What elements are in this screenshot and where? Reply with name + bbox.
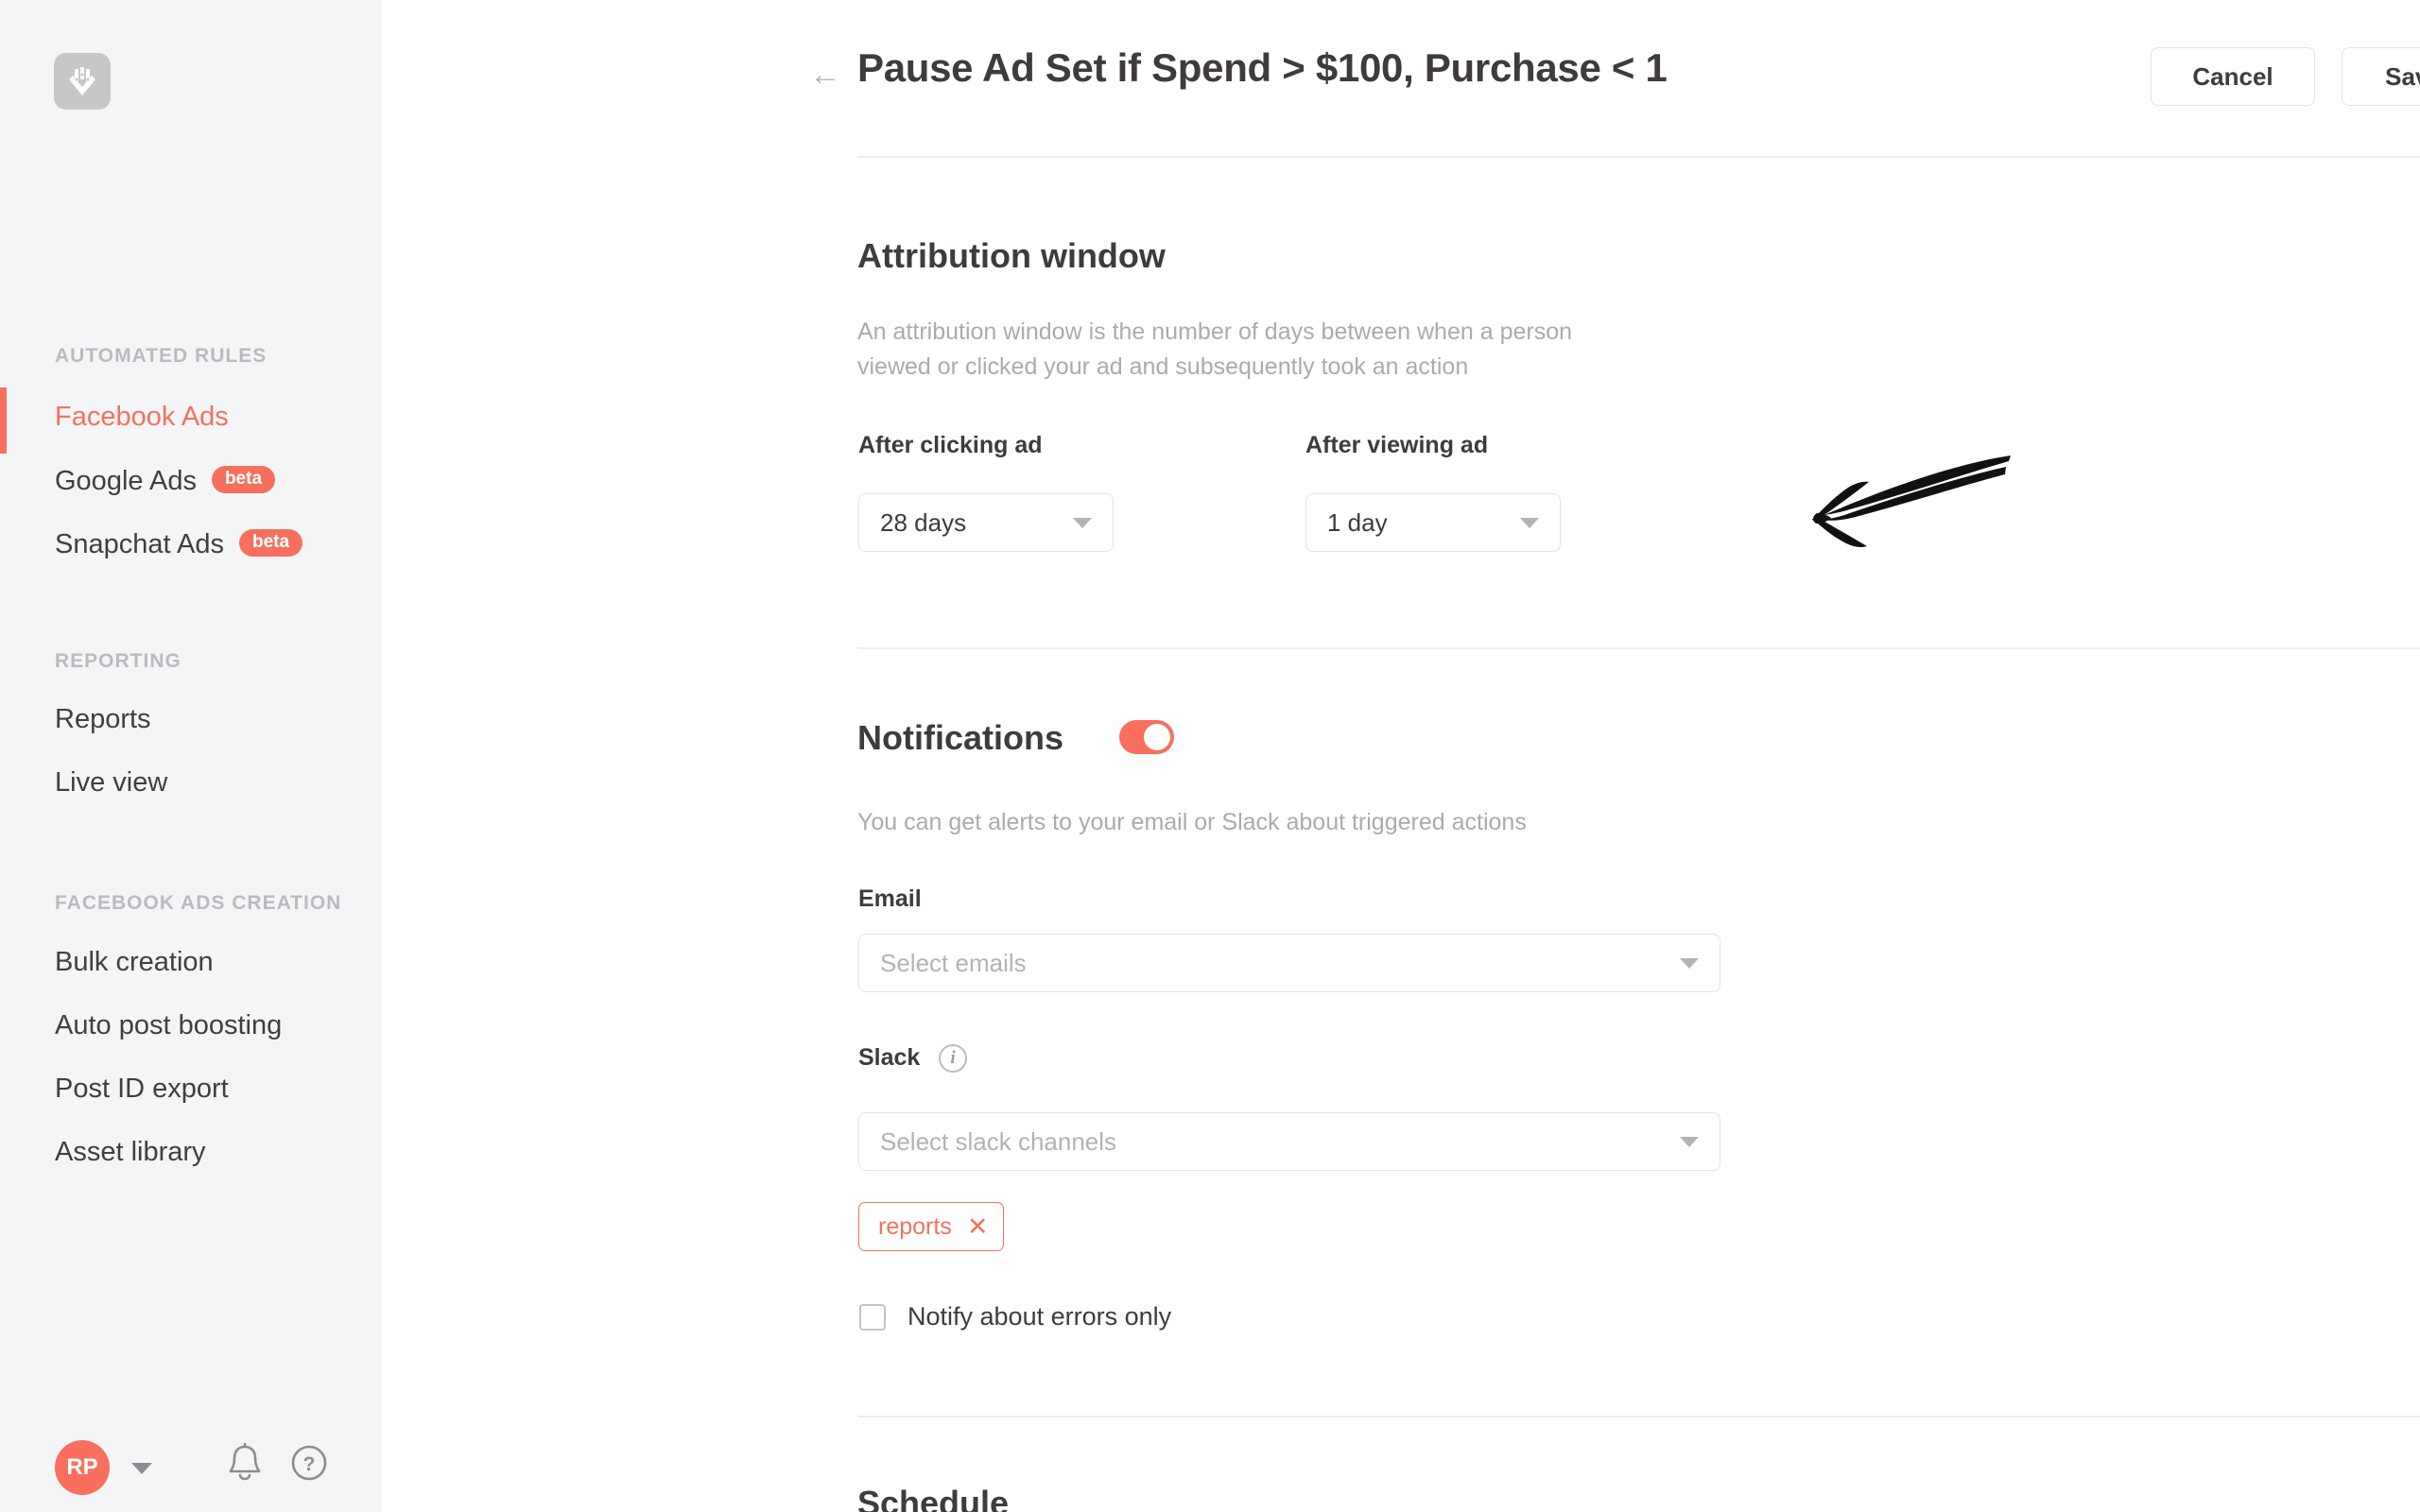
sidebar-active-indicator (0, 387, 7, 454)
sidebar-item-label: Bulk creation (55, 947, 214, 977)
sidebar-item-label: Facebook Ads (55, 402, 229, 432)
beta-badge: beta (238, 529, 303, 557)
email-select[interactable]: Select emails (858, 934, 1720, 992)
notifications-description: You can get alerts to your email or Slac… (857, 809, 1527, 835)
save-draft-button[interactable]: Save draft (2342, 47, 2420, 106)
sidebar-item-reports[interactable]: Reports (55, 704, 151, 735)
sidebar-item-google-ads[interactable]: Google Ads beta (55, 466, 276, 497)
sidebar-section-reporting: REPORTING (55, 650, 182, 672)
schedule-title: Schedule (857, 1484, 1010, 1512)
app-logo[interactable] (54, 53, 111, 110)
sidebar-item-asset-library[interactable]: Asset library (55, 1137, 206, 1168)
notifications-title: Notifications (857, 718, 1064, 757)
avatar[interactable]: RP (55, 1440, 110, 1495)
slack-select-placeholder: Select slack channels (880, 1126, 1117, 1156)
avatar-initials: RP (66, 1454, 98, 1480)
chevron-down-icon (1073, 517, 1092, 528)
chevron-down-icon (1520, 517, 1539, 528)
app-root: AUTOMATED RULES Facebook Ads Google Ads … (0, 0, 2420, 1512)
sidebar-section-facebook-ads-creation: FACEBOOK ADS CREATION (55, 892, 342, 914)
divider-attribution (857, 647, 2420, 649)
notify-errors-only-row[interactable]: Notify about errors only (859, 1302, 1171, 1332)
chevron-down-icon (1680, 957, 1699, 969)
sidebar-item-label: Snapchat Ads (55, 529, 224, 559)
sidebar-item-bulk-creation[interactable]: Bulk creation (55, 947, 214, 978)
main-content: ← Pause Ad Set if Spend > $100, Purchase… (382, 0, 2420, 1512)
after-viewing-ad-value: 1 day (1327, 507, 1388, 537)
chevron-down-icon[interactable] (131, 1463, 152, 1474)
lattice-logo-icon (64, 63, 100, 99)
chevron-down-icon (1680, 1136, 1699, 1147)
slack-label: Slack (858, 1044, 921, 1071)
slack-channel-tag: reports ✕ (858, 1202, 1005, 1251)
sidebar-item-label: Reports (55, 704, 151, 734)
beta-badge: beta (211, 466, 276, 493)
remove-tag-icon[interactable]: ✕ (967, 1213, 989, 1240)
toggle-knob (1144, 724, 1170, 750)
slack-channels-select[interactable]: Select slack channels (858, 1112, 1720, 1171)
after-viewing-ad-label: After viewing ad (1305, 432, 1489, 458)
sidebar-item-live-view[interactable]: Live view (55, 767, 167, 799)
sidebar-item-label: Asset library (55, 1137, 206, 1167)
tag-label: reports (878, 1212, 952, 1240)
after-clicking-ad-value: 28 days (880, 507, 967, 537)
sidebar-item-label: Auto post boosting (55, 1010, 283, 1040)
email-select-placeholder: Select emails (880, 948, 1027, 977)
sidebar-item-label: Post ID export (55, 1074, 229, 1104)
notifications-toggle[interactable] (1119, 720, 1174, 754)
page-title: Pause Ad Set if Spend > $100, Purchase <… (857, 45, 1668, 90)
bell-icon[interactable] (223, 1440, 267, 1492)
divider-header (857, 156, 2420, 158)
sidebar-item-label: Google Ads (55, 466, 197, 496)
info-icon[interactable]: i (939, 1044, 967, 1073)
svg-text:?: ? (303, 1453, 316, 1475)
sidebar-item-snapchat-ads[interactable]: Snapchat Ads beta (55, 529, 303, 560)
sidebar-item-label: Live view (55, 767, 168, 798)
attribution-window-title: Attribution window (857, 236, 1166, 275)
sidebar: AUTOMATED RULES Facebook Ads Google Ads … (0, 0, 382, 1512)
page-header: ← Pause Ad Set if Spend > $100, Purchase… (382, 0, 2420, 157)
notify-errors-only-checkbox[interactable] (859, 1303, 886, 1331)
back-arrow-icon[interactable]: ← (809, 59, 841, 91)
sidebar-item-post-id-export[interactable]: Post ID export (55, 1074, 229, 1105)
divider-notifications (857, 1416, 2420, 1418)
attribution-window-description: An attribution window is the number of d… (857, 318, 1573, 380)
sidebar-section-automated-rules: AUTOMATED RULES (55, 345, 268, 367)
after-clicking-ad-select[interactable]: 28 days (858, 493, 1114, 552)
after-clicking-ad-label: After clicking ad (858, 432, 1043, 458)
sidebar-item-facebook-ads[interactable]: Facebook Ads (55, 402, 229, 433)
email-label: Email (858, 885, 922, 912)
notify-errors-only-label: Notify about errors only (908, 1302, 1172, 1331)
sidebar-item-auto-post-boosting[interactable]: Auto post boosting (55, 1010, 282, 1041)
after-viewing-ad-select[interactable]: 1 day (1305, 493, 1561, 552)
cancel-button[interactable]: Cancel (2151, 47, 2315, 106)
hand-drawn-arrow-annotation (1757, 454, 2013, 558)
help-circle-icon[interactable]: ? (286, 1440, 332, 1490)
